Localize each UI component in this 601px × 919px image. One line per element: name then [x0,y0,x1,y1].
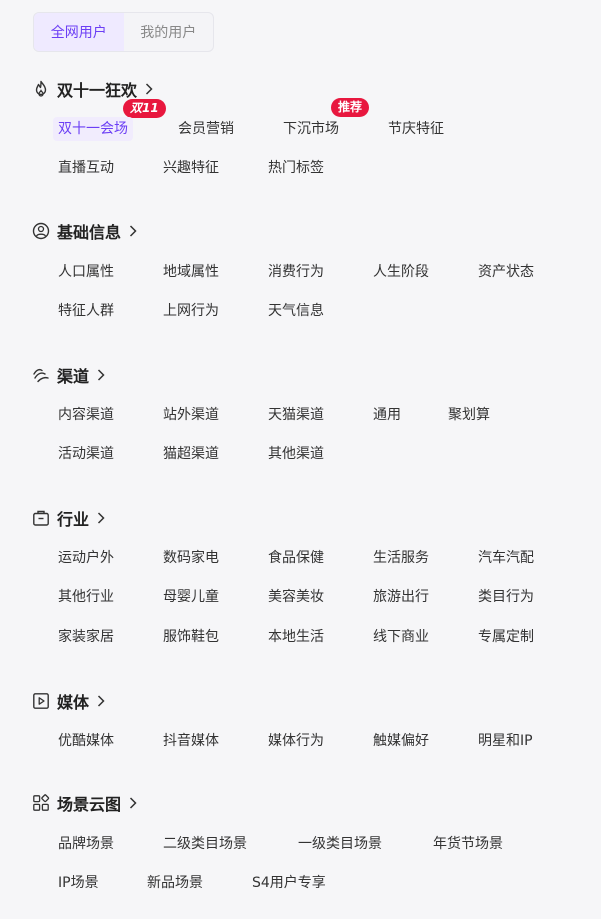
chevron-right-icon [129,797,137,809]
recommend-badge: 推荐 [331,98,370,117]
tag-douyin-media[interactable]: 抖音媒体 [163,729,219,753]
tag-interest-features[interactable]: 兴趣特征 [163,156,219,180]
chevron-right-icon [129,225,137,237]
section-title-label: 媒体 [57,693,90,712]
tag-ip-scene[interactable]: IP场景 [58,871,99,895]
tag-asset-status[interactable]: 资产状态 [478,260,534,284]
play-box-icon [33,693,49,709]
tag-other-channel[interactable]: 其他渠道 [268,442,324,466]
tag-weather[interactable]: 天气信息 [268,299,324,323]
section-double11-title[interactable]: 双十一狂欢 [32,77,154,101]
tag-life-services[interactable]: 生活服务 [373,546,429,570]
section-title-label: 场景云图 [57,795,122,814]
flame-icon [35,80,47,97]
tag-local-life[interactable]: 本地生活 [268,625,324,649]
double11-badge: 双11 [123,99,166,118]
tag-juhuasuan[interactable]: 聚划算 [448,403,490,427]
section-scene-title[interactable]: 场景云图 [32,791,138,815]
tag-hot-labels[interactable]: 热门标签 [268,156,324,180]
chevron-right-icon [97,512,105,524]
tag-live-interaction[interactable]: 直播互动 [58,156,114,180]
tag-double11-venue[interactable]: 双十一会场 [53,117,133,141]
grid-apps-icon [33,794,50,811]
tag-home-furnishing[interactable]: 家装家居 [58,625,114,649]
section-title-label: 双十一狂欢 [57,81,138,100]
tag-member-marketing[interactable]: 会员营销 [178,117,234,141]
tag-new-year-goods-scene[interactable]: 年货节场景 [433,832,503,856]
tag-general[interactable]: 通用 [373,403,401,427]
tag-offline-commerce[interactable]: 线下商业 [373,625,429,649]
section-media-title[interactable]: 媒体 [32,689,106,713]
tag-festival-features[interactable]: 节庆特征 [388,117,444,141]
user-circle-icon [32,222,50,240]
tag-auto[interactable]: 汽车汽配 [478,546,534,570]
tab-all-users[interactable]: 全网用户 [34,13,124,51]
tag-youku-media[interactable]: 优酷媒体 [58,729,114,753]
tag-celebrity-ip[interactable]: 明星和IP [478,729,533,753]
tag-lower-tier-market[interactable]: 下沉市场 [283,117,339,141]
section-title-label: 渠道 [57,367,90,386]
tag-apparel-shoes[interactable]: 服饰鞋包 [163,625,219,649]
section-channel-title[interactable]: 渠道 [32,363,106,387]
tag-life-stage[interactable]: 人生阶段 [373,260,429,284]
user-scope-toggle: 全网用户 我的用户 [33,12,214,52]
section-title-label: 基础信息 [57,223,122,242]
section-basic-title[interactable]: 基础信息 [32,219,138,243]
tag-special-groups[interactable]: 特征人群 [58,299,114,323]
briefcase-icon [33,510,49,526]
tag-mother-baby[interactable]: 母婴儿童 [163,585,219,609]
tag-campaign-channel[interactable]: 活动渠道 [58,442,114,466]
tag-travel[interactable]: 旅游出行 [373,585,429,609]
tag-food-health[interactable]: 食品保健 [268,546,324,570]
tag-l2-category-scene[interactable]: 二级类目场景 [163,832,247,856]
tag-digital-appliances[interactable]: 数码家电 [163,546,219,570]
tag-new-product-scene[interactable]: 新品场景 [147,871,203,895]
tab-my-users[interactable]: 我的用户 [124,13,214,51]
tag-brand-scene[interactable]: 品牌场景 [58,832,114,856]
tag-online-behavior[interactable]: 上网行为 [163,299,219,323]
wave-icon [33,368,49,383]
tag-exclusive-custom[interactable]: 专属定制 [478,625,534,649]
tag-demographics[interactable]: 人口属性 [58,260,114,284]
tag-other-industry[interactable]: 其他行业 [58,585,114,609]
tag-content-channel[interactable]: 内容渠道 [58,403,114,427]
tag-tmall-super-channel[interactable]: 猫超渠道 [163,442,219,466]
tag-media-behavior[interactable]: 媒体行为 [268,729,324,753]
tag-s4-exclusive[interactable]: S4用户专享 [252,871,326,895]
tag-category-behavior[interactable]: 类目行为 [478,585,534,609]
chevron-right-icon [97,695,105,707]
tag-offsite-channel[interactable]: 站外渠道 [163,403,219,427]
tag-tmall-channel[interactable]: 天猫渠道 [268,403,324,427]
chevron-right-icon [97,369,105,381]
tag-beauty[interactable]: 美容美妆 [268,585,324,609]
tag-l1-category-scene[interactable]: 一级类目场景 [298,832,382,856]
tag-consumption[interactable]: 消费行为 [268,260,324,284]
section-title-label: 行业 [57,510,90,529]
tag-sports-outdoor[interactable]: 运动户外 [58,546,114,570]
section-industry-title[interactable]: 行业 [32,506,106,530]
tag-media-preference[interactable]: 触媒偏好 [373,729,429,753]
tag-region[interactable]: 地域属性 [163,260,219,284]
chevron-right-icon [145,83,153,95]
